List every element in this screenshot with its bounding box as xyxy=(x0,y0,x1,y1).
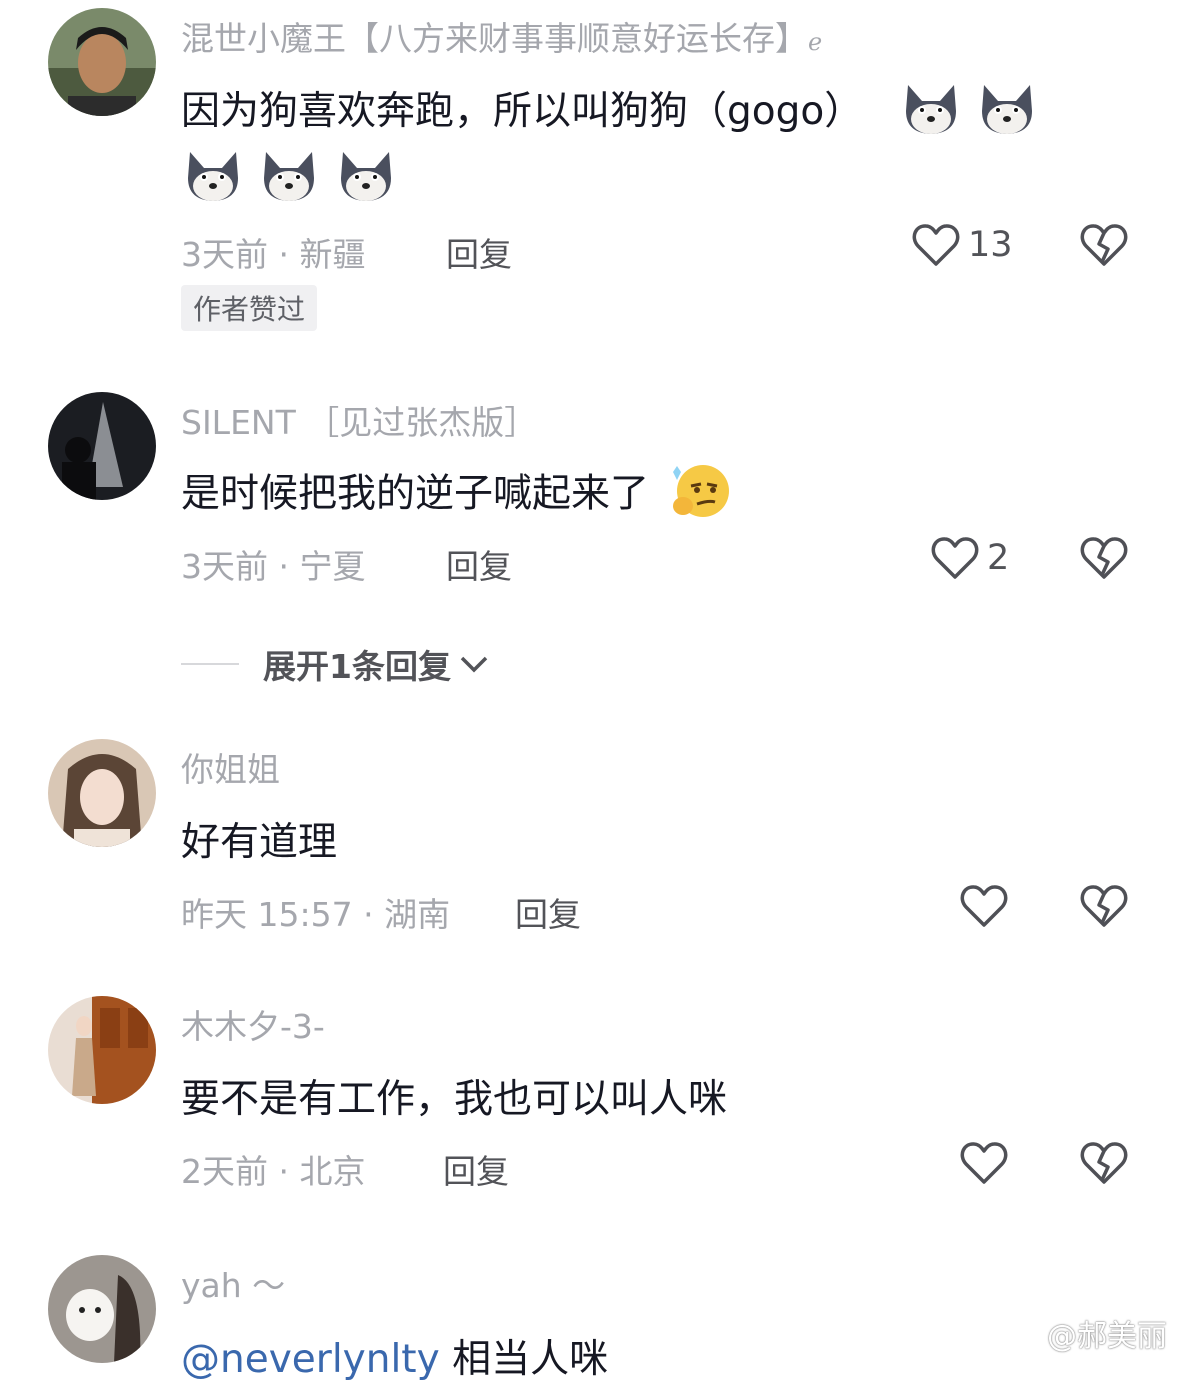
username[interactable]: yah ～ xyxy=(181,1259,285,1307)
avatar[interactable] xyxy=(48,392,156,500)
comment-location: 北京 xyxy=(299,1152,366,1191)
broken-heart-icon xyxy=(1080,885,1128,927)
thinking-smirk-emoji xyxy=(669,462,731,530)
comment-meta: 3天前 · 新疆 xyxy=(181,235,366,274)
emoji-row xyxy=(184,148,395,214)
comment-meta: 2天前 · 北京 xyxy=(181,1152,366,1191)
mention-link[interactable]: @neverlynlty xyxy=(181,1337,440,1382)
like-button[interactable]: 13 xyxy=(912,222,1013,268)
comment-location: 宁夏 xyxy=(299,547,366,586)
comment-text: 好有道理 xyxy=(181,820,338,865)
expand-replies-label: 展开1条回复 xyxy=(263,647,451,686)
username[interactable]: 混世小魔王【八方来财事事顺意好运长存】ℯ xyxy=(181,12,822,60)
comment-location: 湖南 xyxy=(384,895,451,934)
avatar[interactable] xyxy=(48,996,156,1104)
username[interactable]: 木木夕-3- xyxy=(181,1000,325,1048)
comment-text: @neverlynlty 相当人咪 xyxy=(181,1337,609,1382)
broken-heart-icon xyxy=(1080,537,1128,579)
heart-icon xyxy=(960,1142,1008,1184)
weibo-watermark: @郝美丽 xyxy=(997,1311,1167,1355)
husky-emoji xyxy=(978,81,1036,147)
comment-meta: 昨天 15:57 · 湖南 xyxy=(181,895,451,934)
comment-text: 要不是有工作，我也可以叫人咪 xyxy=(181,1077,728,1122)
avatar[interactable] xyxy=(48,739,156,847)
heart-icon xyxy=(931,537,979,579)
husky-emoji xyxy=(337,148,395,214)
like-button[interactable] xyxy=(960,1140,1016,1186)
heart-icon xyxy=(960,885,1008,927)
expand-replies-button[interactable]: 展开1条回复 xyxy=(181,640,489,688)
broken-heart-icon xyxy=(1080,1142,1128,1184)
comment-text: 是时候把我的逆子喊起来了 xyxy=(181,462,731,530)
comment-meta: 3天前 · 宁夏 xyxy=(181,547,366,586)
dislike-button[interactable] xyxy=(1080,883,1128,933)
ornament-icon: ℯ xyxy=(808,28,823,56)
reply-button[interactable]: 回复 xyxy=(446,228,512,276)
avatar[interactable] xyxy=(48,8,156,116)
like-count: 13 xyxy=(968,225,1013,265)
like-button[interactable]: 2 xyxy=(931,535,1009,581)
reply-button[interactable]: 回复 xyxy=(443,1145,509,1193)
comment-time: 2天前 xyxy=(181,1152,268,1191)
chevron-down-icon xyxy=(460,656,488,673)
avatar[interactable] xyxy=(48,1255,156,1363)
comment-time: 3天前 xyxy=(181,235,268,274)
dislike-button[interactable] xyxy=(1080,1140,1128,1190)
comment-time: 3天前 xyxy=(181,547,268,586)
reply-button[interactable]: 回复 xyxy=(515,888,581,936)
reply-button[interactable]: 回复 xyxy=(446,540,512,588)
username[interactable]: SILENT ［见过张杰版］ xyxy=(181,396,537,444)
like-button[interactable] xyxy=(960,883,1016,929)
comment-location: 新疆 xyxy=(299,235,366,274)
like-count: 2 xyxy=(987,538,1010,578)
husky-emoji xyxy=(184,148,242,214)
dislike-button[interactable] xyxy=(1080,222,1128,272)
weibo-logo-icon xyxy=(997,1318,1039,1350)
comment-text: 因为狗喜欢奔跑，所以叫狗狗（gogo） xyxy=(181,80,1036,147)
husky-emoji xyxy=(902,81,960,147)
dislike-button[interactable] xyxy=(1080,535,1128,585)
username[interactable]: 你姐姐 xyxy=(181,743,280,791)
divider xyxy=(181,663,239,665)
watermark-text: @郝美丽 xyxy=(1047,1319,1167,1354)
broken-heart-icon xyxy=(1080,224,1128,266)
comment-time: 昨天 15:57 xyxy=(181,895,353,934)
author-liked-badge: 作者赞过 xyxy=(181,285,318,331)
heart-icon xyxy=(912,224,960,266)
husky-emoji xyxy=(260,148,318,214)
